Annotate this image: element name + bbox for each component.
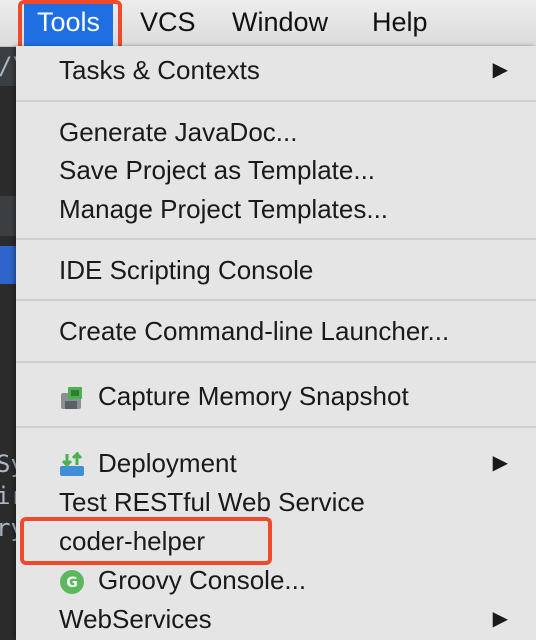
memory-snapshot-icon <box>59 383 85 409</box>
menu-item-label: Deployment <box>98 448 237 478</box>
menu-help[interactable]: Help <box>372 0 428 46</box>
menu-item-create-cmdline-launcher[interactable]: Create Command-line Launcher... <box>16 312 536 350</box>
menu-separator <box>16 100 536 102</box>
menu-separator <box>16 238 536 240</box>
menu-item-tasks-contexts[interactable]: Tasks & Contexts ▶ <box>16 51 536 89</box>
ide-text-fragment: /\ <box>0 52 16 80</box>
menu-item-groovy-console[interactable]: G Groovy Console... <box>16 561 536 599</box>
menu-window[interactable]: Window <box>232 0 328 46</box>
menu-item-label: IDE Scripting Console <box>59 255 314 285</box>
menu-item-manage-project-templates[interactable]: Manage Project Templates... <box>16 190 536 228</box>
submenu-arrow-icon: ▶ <box>492 608 508 630</box>
menu-vcs[interactable]: VCS <box>140 0 196 46</box>
tools-highlight-annotation <box>18 0 122 52</box>
deployment-icon <box>59 450 85 476</box>
ide-text-fragment: ir <box>0 482 16 510</box>
menu-item-label: Create Command-line Launcher... <box>59 316 450 346</box>
menu-item-label: Tasks & Contexts <box>59 55 260 85</box>
menu-separator <box>16 426 536 428</box>
groovy-icon: G <box>59 567 85 594</box>
submenu-arrow-icon: ▶ <box>492 59 508 81</box>
coder-helper-highlight-annotation <box>20 517 272 565</box>
menu-item-label: Test RESTful Web Service <box>59 487 365 517</box>
menu-item-label: Capture Memory Snapshot <box>98 381 409 411</box>
menu-item-test-restful[interactable]: Test RESTful Web Service <box>16 483 536 521</box>
menu-item-label: Generate JavaDoc... <box>59 117 298 147</box>
menu-item-label: WebServices <box>59 604 212 634</box>
ide-background: /\ Sy ir ry <box>0 46 16 640</box>
menu-item-ide-scripting-console[interactable]: IDE Scripting Console <box>16 251 536 289</box>
ide-selected-row <box>0 246 16 284</box>
ide-text-fragment: ry <box>0 514 16 542</box>
svg-text:G: G <box>66 575 78 591</box>
ide-band <box>0 196 16 236</box>
menu-item-label: Groovy Console... <box>98 565 307 595</box>
menu-item-deployment[interactable]: Deployment ▶ <box>16 444 536 482</box>
submenu-arrow-icon: ▶ <box>492 452 508 474</box>
menu-separator <box>16 299 536 301</box>
menu-item-generate-javadoc[interactable]: Generate JavaDoc... <box>16 113 536 151</box>
menu-item-webservices[interactable]: WebServices ▶ <box>16 600 536 638</box>
menu-item-capture-memory-snapshot[interactable]: Capture Memory Snapshot <box>16 377 536 415</box>
menu-item-label: Save Project as Template... <box>59 155 376 185</box>
ide-text-fragment: Sy <box>0 450 16 478</box>
menu-separator <box>16 361 536 363</box>
menu-item-label: Manage Project Templates... <box>59 194 389 224</box>
menu-item-save-project-template[interactable]: Save Project as Template... <box>16 151 536 189</box>
